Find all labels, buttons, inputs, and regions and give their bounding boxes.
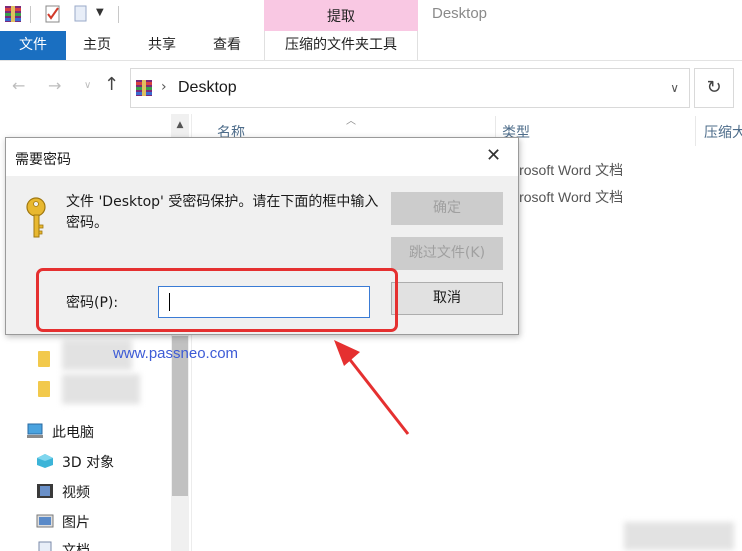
folder-icon <box>38 381 50 397</box>
annotation-arrow-icon <box>334 340 410 435</box>
sort-ascending-icon: ︿ <box>346 116 356 127</box>
file-type-cell[interactable]: icrosoft Word 文档 <box>509 187 623 207</box>
winrar-icon[interactable] <box>4 5 22 23</box>
window-title: Desktop <box>432 5 488 22</box>
file-type-cell[interactable]: icrosoft Word 文档 <box>509 160 623 180</box>
checkmark-doc-icon[interactable] <box>44 5 62 23</box>
tab-home[interactable]: 主页 <box>83 31 111 60</box>
toolbar-divider <box>118 6 119 23</box>
tab-file[interactable]: 文件 <box>0 31 66 60</box>
column-header-compressed-size[interactable]: 压缩大 <box>704 122 742 142</box>
skip-file-button[interactable]: 跳过文件(K) <box>391 237 503 270</box>
key-icon <box>26 197 46 238</box>
nav-item-label: 此电脑 <box>52 425 94 441</box>
nav-item-label: 文档 <box>62 543 90 551</box>
column-divider[interactable] <box>695 116 696 146</box>
redacted-area <box>624 522 734 550</box>
nav-item-label: 3D 对象 <box>62 455 115 471</box>
ok-button[interactable]: 确定 <box>391 192 503 225</box>
computer-icon <box>27 423 43 438</box>
tab-extract[interactable]: 提取 <box>264 0 418 34</box>
picture-icon <box>36 514 54 528</box>
highlight-box <box>36 268 398 332</box>
up-arrow-icon[interactable]: ↑ <box>104 74 119 95</box>
nav-item-label: 视频 <box>62 485 90 501</box>
chevron-right-icon[interactable]: › <box>161 79 167 95</box>
video-icon <box>37 484 53 498</box>
document-icon[interactable] <box>72 5 90 23</box>
tab-share[interactable]: 共享 <box>148 31 176 60</box>
forward-arrow-icon[interactable]: → <box>48 76 61 95</box>
dialog-message: 文件 'Desktop' 受密码保护。请在下面的框中输入密码。 <box>66 194 379 231</box>
folder-icon <box>38 351 50 367</box>
recent-locations-icon[interactable]: ∨ <box>84 80 91 91</box>
watermark: www.passneo.com <box>113 345 239 362</box>
address-path[interactable]: Desktop <box>178 79 237 97</box>
refresh-icon[interactable]: ↻ <box>694 68 734 108</box>
3d-objects-icon <box>37 454 53 468</box>
customize-toolbar-icon[interactable]: ▼ <box>96 7 104 18</box>
ribbon-tabs: 文件 主页 共享 查看 压缩的文件夹工具 <box>0 31 742 61</box>
dialog-title-bar[interactable]: 需要密码 ✕ <box>6 138 518 176</box>
toolbar-divider <box>30 6 31 23</box>
title-bar: ▼ 提取 Desktop <box>0 0 742 34</box>
nav-item-label: 图片 <box>62 515 90 531</box>
chevron-down-icon[interactable]: ∨ <box>670 81 679 95</box>
tab-compressed-folder-tools[interactable]: 压缩的文件夹工具 <box>264 31 418 60</box>
address-bar[interactable]: › Desktop ∨ <box>130 68 690 108</box>
redacted-folder-name <box>62 374 140 404</box>
cancel-button[interactable]: 取消 <box>391 282 503 315</box>
close-icon[interactable]: ✕ <box>486 145 501 166</box>
winrar-icon <box>136 80 152 96</box>
scroll-up-icon[interactable]: ▲ <box>171 116 189 134</box>
dialog-title: 需要密码 <box>15 152 71 168</box>
document-icon <box>38 541 52 551</box>
tab-view[interactable]: 查看 <box>213 31 241 60</box>
back-arrow-icon[interactable]: ← <box>12 76 25 95</box>
